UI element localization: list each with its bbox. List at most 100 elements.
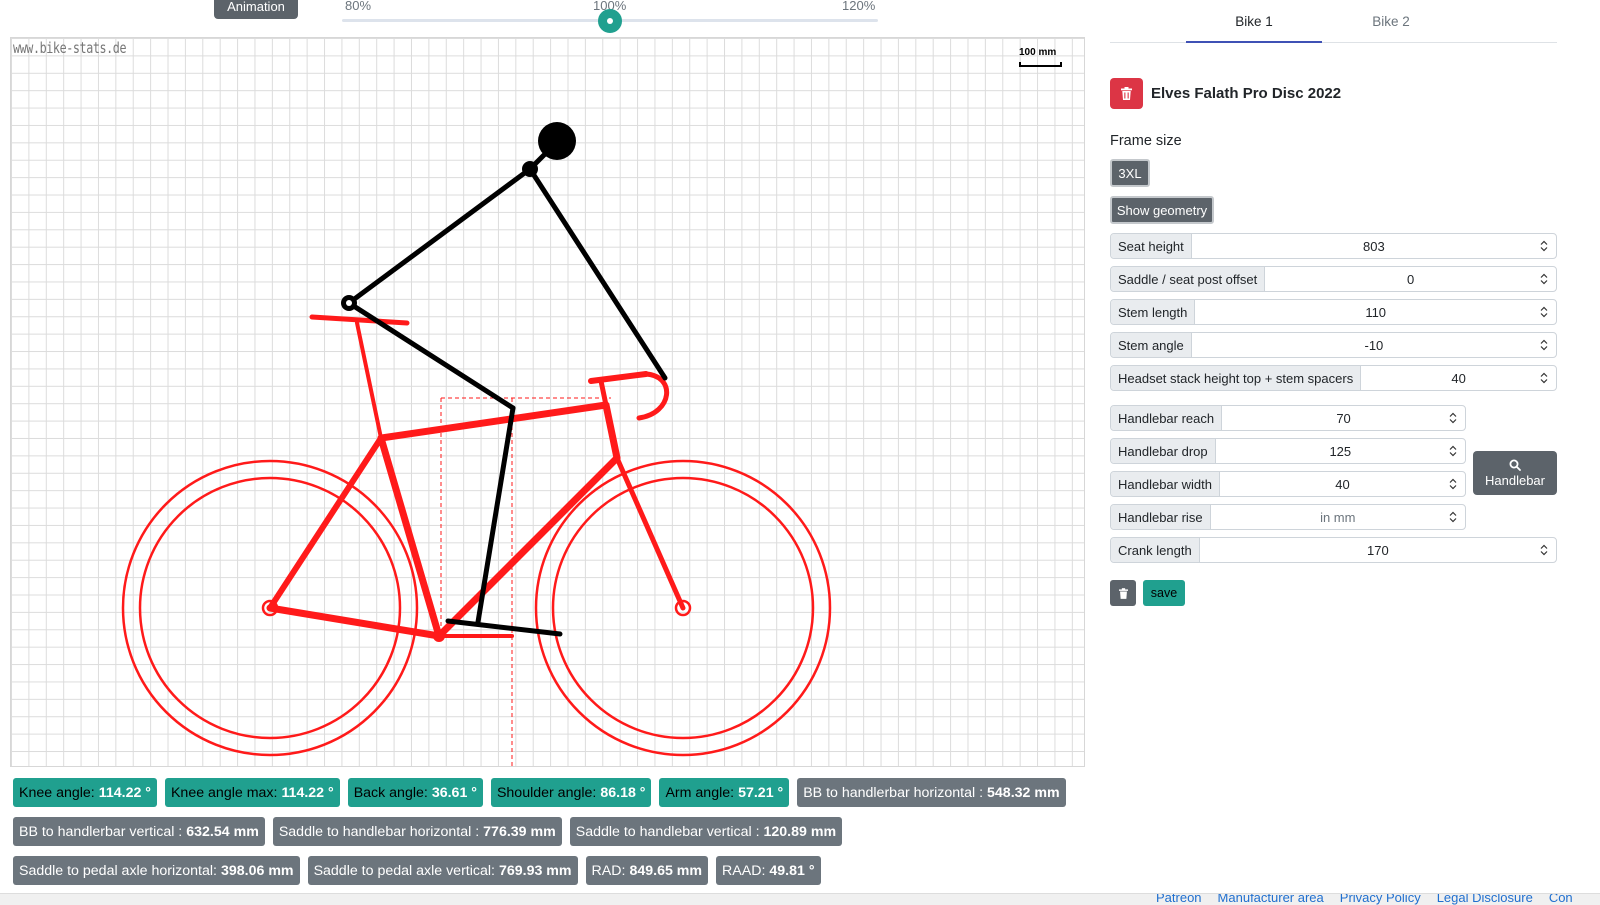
handlebar-width-input[interactable]: 40 [1220,472,1465,496]
spinner-icon[interactable] [1449,511,1457,523]
delete-settings-button[interactable] [1110,580,1136,606]
seat-height-label: Seat height [1111,234,1192,258]
tab-bike-1[interactable]: Bike 1 [1186,14,1322,43]
top-tube [377,401,610,442]
measurement-value: 86.18 ° [600,784,646,801]
spinner-icon[interactable] [1540,339,1548,351]
spinner-icon[interactable] [1449,445,1457,457]
down-tube [435,454,621,640]
saddle-offset-input[interactable]: 0 [1265,267,1556,291]
spinner-icon[interactable] [1540,240,1548,252]
measurement-badge: Saddle to handlebar vertical :120.89 mm [569,817,843,846]
handlebar-width-field[interactable]: Handlebar width 40 [1110,471,1466,497]
measurement-badge: Saddle to pedal axle vertical: 769.93 mm [307,856,578,885]
show-geometry-button[interactable]: Show geometry [1110,196,1214,224]
seat-height-input[interactable]: 803 [1192,234,1556,258]
handlebar-reach-field[interactable]: Handlebar reach 70 [1110,405,1466,431]
footer-link-privacy[interactable]: Privacy Policy [1340,894,1421,905]
measurement-label: Knee angle: [19,784,95,801]
measurement-badges: Knee angle: 114.22 ° Knee angle max: 114.22… [13,778,1083,895]
measurement-value: 548.32 mm [987,784,1060,801]
measurement-label: Saddle to handlebar horizontal : [278,823,480,840]
animation-button[interactable]: Animation [214,0,298,19]
crank-length-input[interactable]: 170 [1200,538,1556,562]
fork [614,455,686,611]
measurement-badge: Arm angle: 57.21 ° [659,778,790,807]
measurement-badge: RAAD: 49.81 ° [716,856,821,885]
spinner-icon[interactable] [1540,306,1548,318]
trash-icon [1121,87,1132,100]
measurement-badge: RAD: 849.65 mm [585,856,709,885]
scale-slider[interactable]: 80% 100% 120% [342,0,878,33]
measurement-badge: Back angle: 36.61 ° [347,778,483,807]
slider-thumb[interactable] [598,9,622,33]
measurement-badge: Knee angle: 114.22 ° [13,778,157,807]
handlebar-drop [636,371,670,421]
footer-link-manufacturer[interactable]: Manufacturer area [1218,894,1324,905]
measurement-label: Saddle to pedal axle horizontal: [19,862,217,879]
footer-link-patreon[interactable]: Patreon [1156,894,1202,905]
footer-link-contact[interactable]: Con [1549,894,1573,905]
handlebar-search-button[interactable]: Handlebar [1473,451,1557,495]
bike-rider-drawing [121,122,832,766]
spinner-icon[interactable] [1449,478,1457,490]
stem-length-field[interactable]: Stem length 110 [1110,299,1557,325]
rider-thigh [346,300,516,411]
watermark: www.bike-stats.de [13,39,127,57]
measurement-value: 49.81 ° [769,862,815,879]
spinner-icon[interactable] [1540,372,1548,384]
handlebar-rise-input[interactable]: in mm [1211,505,1465,529]
trash-icon [1118,587,1128,599]
stem [598,378,609,408]
rider-head [538,122,576,160]
handlebar-rise-label: Handlebar rise [1111,505,1211,529]
measurement-label: Knee angle max: [170,784,278,801]
measurement-value: 769.93 mm [498,862,572,879]
rider-arm [527,166,668,381]
seat-height-field[interactable]: Seat height 803 [1110,233,1557,259]
measurement-value: 57.21 ° [738,784,784,801]
spinner-icon[interactable] [1540,544,1548,556]
measurement-label: Saddle to handlebar vertical : [575,823,760,840]
stem-angle-input[interactable]: -10 [1192,333,1556,357]
handlebar-drop-input[interactable]: 125 [1216,439,1465,463]
measurement-badge: BB to handlerbar horizontal :548.32 mm [797,778,1066,807]
measurement-label: RAD: [591,862,626,879]
measurement-value: 632.54 mm [186,823,259,840]
slider-min-label: 80% [345,0,372,13]
badge-row: BB to handlerbar vertical :632.54 mm Sadd… [13,817,1083,846]
frame-size-button[interactable]: 3XL [1110,159,1150,187]
headset-stack-field[interactable]: Headset stack height top + stem spacers … [1110,365,1557,391]
measurement-badge: Saddle to pedal axle horizontal: 398.06 m… [13,856,300,885]
measurement-value: 36.61 ° [431,784,477,801]
save-button[interactable]: save [1143,580,1185,606]
headset-stack-input[interactable]: 40 [1361,366,1556,390]
head-tube [602,401,621,462]
tab-bike-2[interactable]: Bike 2 [1323,14,1459,43]
measurement-badge: Knee angle max: 114.22 ° [164,778,340,807]
stem-length-label: Stem length [1111,300,1196,324]
fit-canvas[interactable]: www.bike-stats.de 100 mm [10,37,1085,767]
seat-tube [377,434,443,640]
handlebar-rise-field[interactable]: Handlebar rise in mm [1110,504,1466,530]
crank-length-field[interactable]: Crank length 170 [1110,537,1557,563]
frame-size-label: Frame size [1110,133,1182,149]
bike-name: Elves Falath Pro Disc 2022 [1151,85,1342,102]
delete-bike-button[interactable] [1110,78,1143,109]
handlebar-drop-field[interactable]: Handlebar drop 125 [1110,438,1466,464]
measurement-label: Shoulder angle: [496,784,597,801]
measurement-badge: Shoulder angle: 86.18 ° [490,778,652,807]
spinner-icon[interactable] [1449,412,1457,424]
app-root: Animation 80% 100% 120% www.bike-stats.d… [0,0,1600,905]
stem-top [588,371,649,384]
measurement-label: Back angle: [353,784,428,801]
stem-angle-field[interactable]: Stem angle -10 [1110,332,1557,358]
seatpost [355,321,383,440]
crank-length-label: Crank length [1111,538,1200,562]
stem-length-input[interactable]: 110 [1195,300,1556,324]
saddle-offset-field[interactable]: Saddle / seat post offset 0 [1110,266,1557,292]
handlebar-drop-label: Handlebar drop [1111,439,1216,463]
spinner-icon[interactable] [1540,273,1548,285]
handlebar-reach-input[interactable]: 70 [1222,406,1465,430]
footer-link-legal[interactable]: Legal Disclosure [1437,894,1533,905]
